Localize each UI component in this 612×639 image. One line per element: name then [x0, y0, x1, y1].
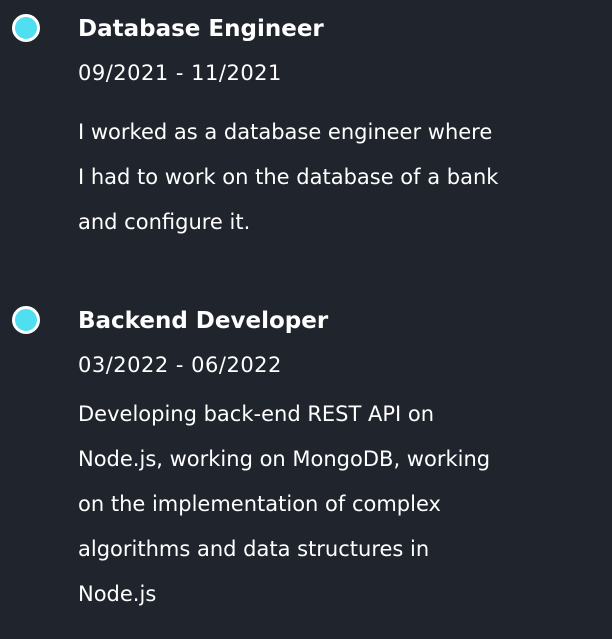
circle-marker-icon: [12, 306, 40, 334]
description-line: and configure it.: [78, 210, 251, 234]
circle-marker-icon: [12, 14, 40, 42]
description-line: I worked as a database engineer where: [78, 120, 493, 144]
description-line: algorithms and data structures in: [78, 537, 430, 561]
description-line: Node.js, working on MongoDB, working: [78, 447, 491, 471]
experience-timeline: Database Engineer 09/2021 - 11/2021 I wo…: [0, 0, 612, 639]
description-line: Node.js: [78, 582, 157, 606]
description-line: Developing back-end REST API on: [78, 402, 435, 426]
entry-date: 03/2022 - 06/2022: [78, 353, 282, 377]
entry-description: Developing back-end REST API on Node.js,…: [78, 392, 603, 617]
description-line: I had to work on the database of a bank: [78, 165, 499, 189]
entry-title: Database Engineer: [78, 16, 324, 42]
description-line: on the implementation of complex: [78, 492, 441, 516]
entry-title: Backend Developer: [78, 308, 329, 334]
entry-description: I worked as a database engineer where I …: [78, 110, 603, 245]
entry-date: 09/2021 - 11/2021: [78, 61, 282, 85]
